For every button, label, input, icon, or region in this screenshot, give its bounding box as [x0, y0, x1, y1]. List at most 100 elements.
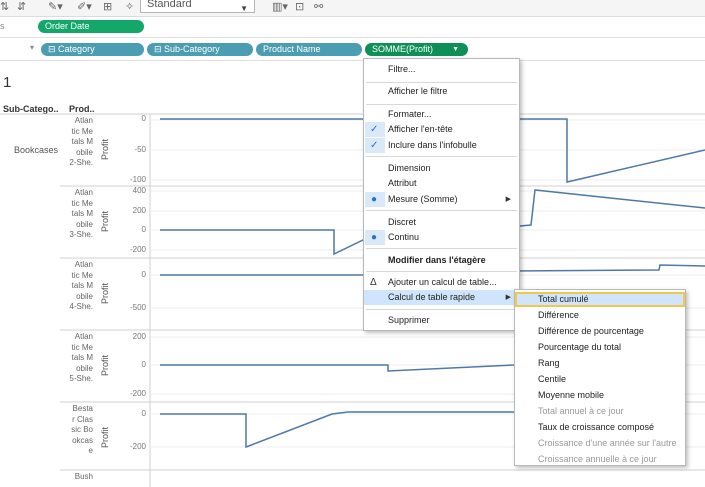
axis-title[interactable]: Profit — [100, 139, 110, 160]
menu-item-edit-in-shelf[interactable]: Modifier dans l'étagère — [364, 253, 519, 268]
axis-tick: -200 — [129, 442, 146, 451]
product-label-line: sic Bo — [71, 425, 93, 434]
menu-separator — [366, 104, 517, 105]
menu-item-label: Inclure dans l'infobulle — [388, 140, 477, 150]
axis-tick: 0 — [141, 409, 146, 418]
axis-title[interactable]: Profit — [100, 427, 110, 448]
submenu-item-label: Centile — [538, 374, 567, 384]
submenu-item-label: Taux de croissance composé — [538, 422, 655, 432]
menu-item-show-filter[interactable]: Afficher le filtre — [364, 84, 519, 99]
submenu-item-cagr[interactable]: Taux de croissance composé — [515, 420, 685, 435]
axis-tick: 0 — [141, 270, 146, 279]
check-icon: ✓ — [370, 124, 379, 135]
axis-tick: 0 — [141, 114, 146, 123]
menu-item-filter[interactable]: Filtre... — [364, 62, 519, 77]
pill-context-menu: Filtre... Afficher le filtre Formater...… — [363, 58, 520, 331]
submenu-item-moving-average[interactable]: Moyenne mobile — [515, 388, 685, 403]
axis-tick: -200 — [129, 245, 146, 254]
menu-item-label: Afficher l'en-tête — [388, 124, 453, 134]
submenu-item-label: Croissance d'une année sur l'autre — [538, 438, 677, 448]
menu-separator — [366, 210, 517, 211]
menu-item-show-header[interactable]: ✓ Afficher l'en-tête — [364, 122, 519, 137]
menu-item-attribute[interactable]: Attribut — [364, 176, 519, 191]
submenu-item-label: Rang — [538, 358, 560, 368]
axis-tick: 200 — [132, 206, 146, 215]
axis-title[interactable]: Profit — [100, 211, 110, 232]
product-label[interactable]: Atlan tic Me tals M obile 3-She. — [63, 188, 93, 241]
menu-item-label: Continu — [388, 232, 420, 242]
axis-tick: -500 — [129, 303, 146, 312]
product-label[interactable]: Atlan tic Me tals M obile 4-She. — [63, 260, 93, 313]
chevron-right-icon: ▶ — [505, 196, 511, 203]
product-label-line: tic Me — [71, 270, 93, 280]
series-line-pane-5 — [160, 411, 514, 449]
menu-separator — [366, 156, 517, 157]
axis-tick: 200 — [132, 332, 146, 341]
product-label-line: 2-She. — [69, 158, 93, 167]
axis-tick: -200 — [129, 389, 146, 398]
product-label-line: 4-She. — [69, 302, 93, 311]
menu-item-format[interactable]: Formater... — [364, 107, 519, 122]
submenu-item-label: Moyenne mobile — [538, 390, 605, 400]
menu-item-dimension[interactable]: Dimension — [364, 161, 519, 176]
submenu-item-label: Pourcentage du total — [538, 342, 622, 352]
submenu-item-label: Total annuel à ce jour — [538, 406, 624, 416]
product-label-line: tals M — [71, 281, 93, 290]
check-icon: ✓ — [370, 140, 379, 151]
menu-item-label: Discret — [388, 217, 417, 227]
menu-item-label: Calcul de table rapide — [388, 292, 476, 302]
product-label[interactable]: Atlan tic Me tals M obile 5-She. — [63, 332, 93, 385]
submenu-item-difference[interactable]: Différence — [515, 308, 685, 323]
submenu-item-percentile[interactable]: Centile — [515, 372, 685, 387]
product-label[interactable]: Atlan tic Me tals M obile 2-She. — [63, 116, 93, 169]
product-label-line: tic Me — [71, 126, 93, 136]
axis-tick: -50 — [134, 145, 146, 154]
product-label-line: tals M — [71, 137, 93, 146]
product-label-line: 5-She. — [69, 374, 93, 383]
product-label-line: tic Me — [71, 198, 93, 208]
submenu-item-percent-of-total[interactable]: Pourcentage du total — [515, 340, 685, 355]
bullet-icon: ● — [371, 194, 378, 205]
menu-item-label: Afficher le filtre — [388, 86, 448, 96]
product-label-line: obile — [76, 291, 93, 301]
product-label[interactable]: Besta r Clas sic Bo okcas e — [63, 404, 93, 457]
menu-item-label: Mesure (Somme) — [388, 194, 458, 204]
product-label-line: obile — [76, 219, 93, 229]
product-label-line: Besta — [72, 404, 93, 413]
chevron-right-icon: ▶ — [505, 294, 511, 301]
menu-item-add-table-calc[interactable]: Δ Ajouter un calcul de table... — [364, 275, 519, 290]
menu-item-quick-table-calc[interactable]: Calcul de table rapide ▶ — [364, 290, 519, 305]
product-label[interactable]: Bush — [63, 472, 93, 483]
product-label-line: obile — [76, 363, 93, 373]
menu-item-measure[interactable]: ● Mesure (Somme) ▶ — [364, 192, 519, 207]
menu-item-label: Supprimer — [388, 315, 430, 325]
menu-item-discrete[interactable]: Discret — [364, 215, 519, 230]
submenu-item-label: Total cumulé — [538, 294, 589, 304]
axis-title[interactable]: Profit — [100, 283, 110, 304]
menu-item-continuous[interactable]: ● Continu — [364, 230, 519, 245]
submenu-item-label: Croissance annuelle à ce jour — [538, 454, 657, 464]
product-label-line: Atlan — [74, 260, 93, 269]
delta-icon: Δ — [370, 277, 377, 288]
menu-separator — [366, 248, 517, 249]
product-label-line: e — [88, 446, 93, 455]
menu-item-remove[interactable]: Supprimer — [364, 313, 519, 328]
product-label-line: r Clas — [72, 414, 93, 424]
menu-item-include-tooltip[interactable]: ✓ Inclure dans l'infobulle — [364, 138, 519, 153]
axis-tick: 400 — [132, 186, 146, 195]
menu-item-label: Formater... — [388, 109, 432, 119]
submenu-item-rank[interactable]: Rang — [515, 356, 685, 371]
axis-tick: 0 — [141, 225, 146, 234]
product-label-line: Bush — [74, 472, 93, 481]
menu-item-label: Attribut — [388, 178, 417, 188]
submenu-item-percent-difference[interactable]: Différence de pourcentage — [515, 324, 685, 339]
menu-item-label: Modifier dans l'étagère — [388, 255, 486, 265]
product-label-line: okcas — [72, 435, 93, 445]
bullet-icon: ● — [371, 232, 378, 243]
product-label-line: obile — [76, 147, 93, 157]
submenu-item-running-total[interactable]: Total cumulé — [515, 292, 685, 307]
product-label-line: tic Me — [71, 342, 93, 352]
axis-title[interactable]: Profit — [100, 355, 110, 376]
submenu-item-label: Différence de pourcentage — [538, 326, 644, 336]
quick-table-calc-submenu: Total cumulé Différence Différence de po… — [514, 289, 686, 466]
